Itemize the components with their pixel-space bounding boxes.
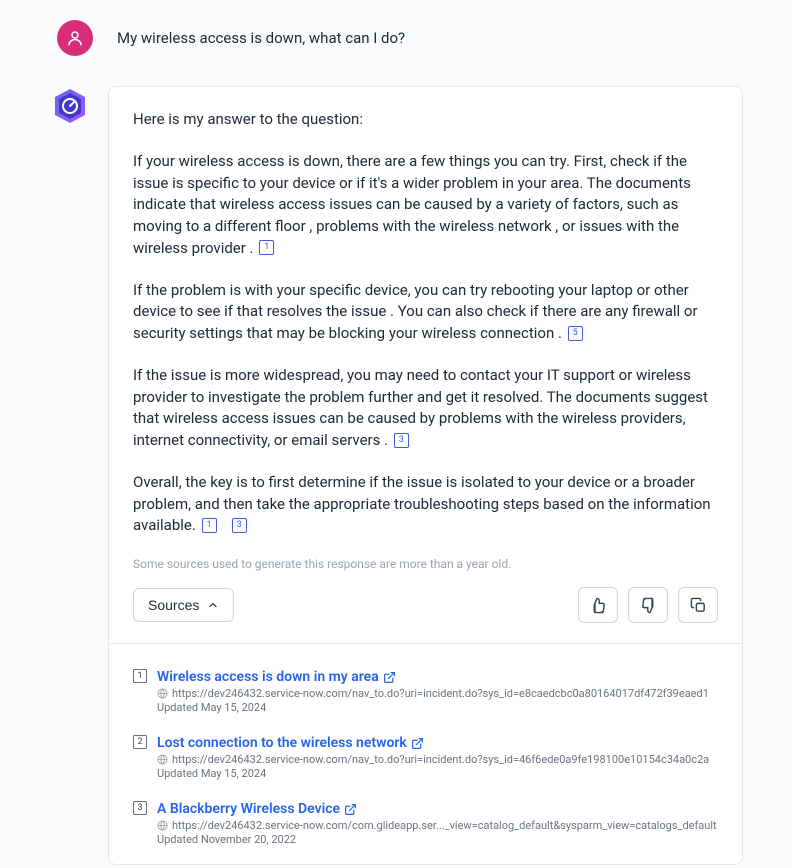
sources-button-label: Sources (148, 597, 199, 613)
globe-icon (157, 754, 168, 765)
answer-text: If your wireless access is down, there a… (133, 152, 691, 257)
ai-response-card: Here is my answer to the question: If yo… (108, 86, 743, 865)
person-icon (66, 29, 84, 47)
source-url-text: https://dev246432.service-now.com/com.gl… (172, 819, 717, 832)
source-number-badge: 3 (133, 801, 147, 815)
external-link-icon (344, 803, 357, 816)
globe-icon (157, 820, 168, 831)
citation-1[interactable]: 1 (202, 518, 217, 533)
citation-3[interactable]: 3 (394, 433, 409, 448)
ai-response-row: Here is my answer to the question: If yo… (50, 86, 743, 865)
source-item: 3 A Blackberry Wireless Device (133, 798, 718, 846)
copy-icon (690, 597, 707, 614)
source-updated-text: Updated May 15, 2024 (157, 701, 718, 714)
answer-text: If the problem is with your specific dev… (133, 281, 698, 343)
user-avatar (57, 20, 93, 56)
source-url-row: https://dev246432.service-now.com/com.gl… (157, 819, 718, 832)
source-body: Lost connection to the wireless network (157, 732, 718, 780)
source-link[interactable]: A Blackberry Wireless Device (157, 801, 357, 817)
ai-response-content: Here is my answer to the question: If yo… (109, 87, 742, 643)
sources-panel: 1 Wireless access is down in my area (109, 643, 742, 846)
source-number-badge: 1 (133, 669, 147, 683)
source-number-badge: 2 (133, 735, 147, 749)
answer-paragraph-3: If the issue is more widespread, you may… (133, 365, 718, 452)
external-link-icon (411, 737, 424, 750)
source-body: Wireless access is down in my area (157, 666, 718, 714)
source-link[interactable]: Lost connection to the wireless network (157, 735, 424, 751)
answer-paragraph-1: If your wireless access is down, there a… (133, 151, 718, 260)
source-title-text: Wireless access is down in my area (157, 669, 379, 685)
source-body: A Blackberry Wireless Device (157, 798, 718, 846)
sources-age-disclaimer: Some sources used to generate this respo… (133, 557, 718, 571)
answer-paragraph-2: If the problem is with your specific dev… (133, 280, 718, 345)
answer-intro: Here is my answer to the question: (133, 109, 718, 131)
user-message-row: My wireless access is down, what can I d… (57, 20, 743, 56)
source-url-text: https://dev246432.service-now.com/nav_to… (172, 753, 709, 766)
ai-avatar (50, 86, 90, 126)
external-link-icon (383, 671, 396, 684)
thumbs-up-button[interactable] (578, 587, 618, 623)
source-url-row: https://dev246432.service-now.com/nav_to… (157, 687, 718, 700)
citation-1[interactable]: 1 (259, 240, 274, 255)
source-url-text: https://dev246432.service-now.com/nav_to… (172, 687, 709, 700)
source-updated-text: Updated November 20, 2022 (157, 833, 718, 846)
source-link[interactable]: Wireless access is down in my area (157, 669, 396, 685)
copy-button[interactable] (678, 587, 718, 623)
source-url-row: https://dev246432.service-now.com/nav_to… (157, 753, 718, 766)
user-question-text: My wireless access is down, what can I d… (117, 29, 405, 47)
globe-icon (157, 688, 168, 699)
source-title-text: Lost connection to the wireless network (157, 735, 407, 751)
actions-row: Sources (133, 587, 718, 627)
thumbs-down-icon (640, 597, 657, 614)
sources-toggle-button[interactable]: Sources (133, 588, 234, 622)
citation-5[interactable]: 5 (568, 326, 583, 341)
feedback-actions (578, 587, 718, 623)
answer-text: If the issue is more widespread, you may… (133, 366, 708, 449)
thumbs-up-icon (590, 597, 607, 614)
source-item: 2 Lost connection to the wireless networ… (133, 732, 718, 780)
citation-3[interactable]: 3 (232, 518, 247, 533)
ai-logo-icon (50, 86, 90, 126)
answer-text: Overall, the key is to first determine i… (133, 473, 711, 535)
chevron-up-icon (207, 599, 219, 611)
source-item: 1 Wireless access is down in my area (133, 666, 718, 714)
source-updated-text: Updated May 15, 2024 (157, 767, 718, 780)
answer-paragraph-4: Overall, the key is to first determine i… (133, 472, 718, 537)
source-title-text: A Blackberry Wireless Device (157, 801, 340, 817)
thumbs-down-button[interactable] (628, 587, 668, 623)
